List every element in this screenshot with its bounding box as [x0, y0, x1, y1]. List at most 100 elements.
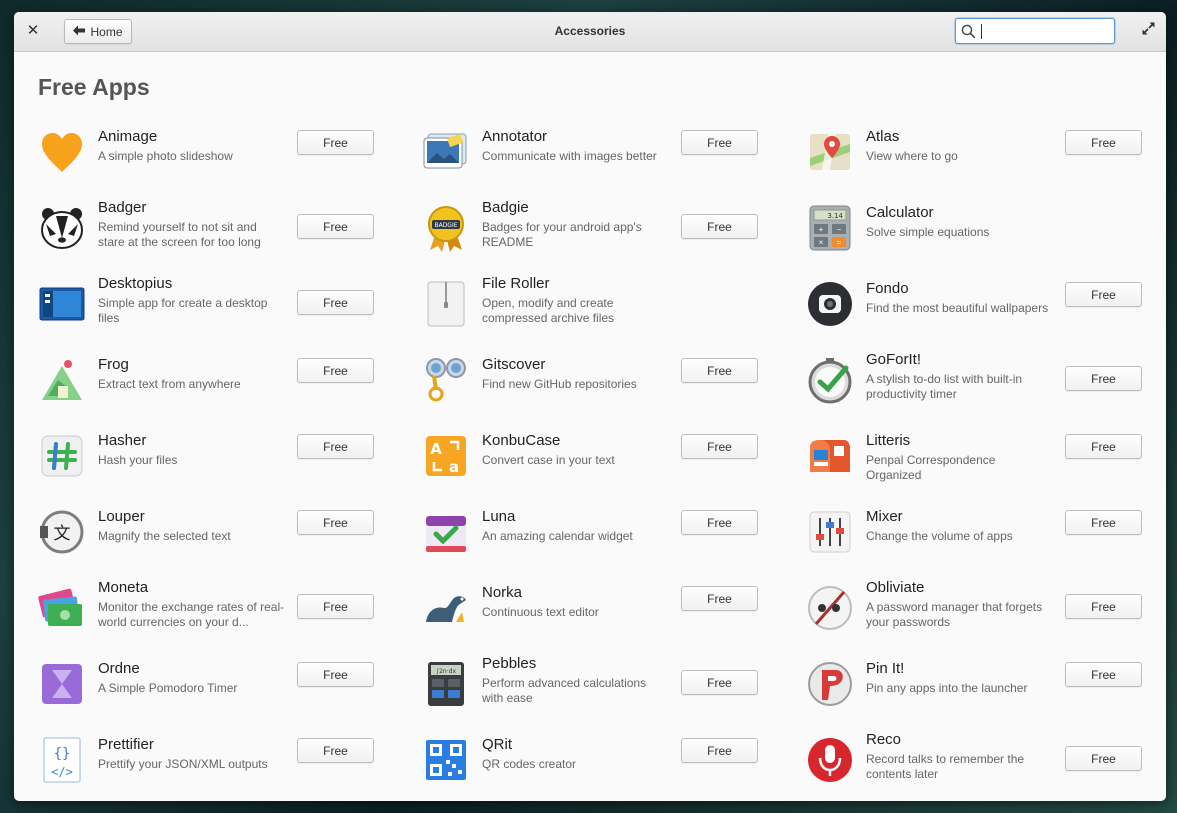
get-free-button[interactable]: Free	[297, 130, 374, 155]
get-free-button[interactable]: Free	[681, 510, 758, 535]
app-description: Change the volume of apps	[866, 529, 1013, 543]
app-list-item[interactable]: Aa KonbuCase Convert case in your text Free	[398, 420, 782, 496]
app-list-item[interactable]: Norka Continuous text editor Free	[398, 572, 782, 648]
get-free-button[interactable]: Free	[1065, 282, 1142, 307]
app-name: Prettifier	[98, 736, 154, 753]
badger-icon	[38, 204, 86, 252]
get-free-button[interactable]: Free	[297, 214, 374, 239]
app-list-item[interactable]: File Roller Open, modify and create compr…	[398, 268, 782, 344]
banknotes-icon	[38, 584, 86, 632]
app-text: Fondo Find the most beautiful wallpapers	[866, 280, 1054, 316]
get-free-button[interactable]: Free	[1065, 662, 1142, 687]
app-text: Luna An amazing calendar widget	[482, 508, 670, 544]
get-free-button[interactable]: Free	[297, 290, 374, 315]
app-list-item[interactable]: 文 Louper Magnify the selected text Free	[14, 496, 398, 572]
app-description: A stylish to-do list with built-in produ…	[866, 372, 1023, 401]
search-entry[interactable]	[955, 18, 1115, 44]
app-name: Louper	[98, 508, 145, 525]
app-name: Calculator	[866, 204, 934, 221]
app-list-item[interactable]: Mixer Change the volume of apps Free	[782, 496, 1166, 572]
app-text: Hasher Hash your files	[98, 432, 286, 468]
app-list-item[interactable]: BADGIE Badgie Badges for your android app'…	[398, 192, 782, 268]
microphone-icon	[806, 736, 854, 784]
search-input[interactable]	[982, 23, 1107, 39]
app-text: File Roller Open, modify and create compr…	[482, 275, 670, 326]
get-free-button[interactable]: Free	[297, 738, 374, 763]
app-name: Fondo	[866, 280, 909, 297]
get-free-button[interactable]: Free	[681, 130, 758, 155]
home-button[interactable]: Home	[64, 19, 132, 44]
app-list-item[interactable]: Ordne A Simple Pomodoro Timer Free	[14, 648, 398, 724]
svg-text:×: ×	[819, 238, 824, 247]
app-text: Mixer Change the volume of apps	[866, 508, 1054, 544]
get-free-button[interactable]: Free	[297, 358, 374, 383]
app-list-item[interactable]: QRit QR codes creator Free	[398, 724, 782, 800]
app-name: GoForIt!	[866, 351, 922, 368]
app-text: QRit QR codes creator	[482, 736, 670, 772]
get-free-button[interactable]: Free	[681, 214, 758, 239]
get-free-button[interactable]: Free	[297, 594, 374, 619]
app-list-item[interactable]: Animage A simple photo slideshow Free	[14, 116, 398, 192]
wand-icon	[806, 584, 854, 632]
app-list-item[interactable]: Hasher Hash your files Free	[14, 420, 398, 496]
app-list-item[interactable]: Moneta Monitor the exchange rates of real…	[14, 572, 398, 648]
app-list-item[interactable]: ∫2n·dx Pebbles Perform advanced calculatio…	[398, 648, 782, 724]
get-free-button[interactable]: Free	[1065, 510, 1142, 535]
app-list-item[interactable]: 3.14 + − × = Calculator Solve simple equations	[782, 192, 1166, 268]
get-free-button[interactable]: Free	[681, 434, 758, 459]
get-free-button[interactable]: Free	[1065, 746, 1142, 771]
app-name: Badger	[98, 199, 147, 216]
app-name: Atlas	[866, 128, 900, 145]
app-row: 文 Louper Magnify the selected text Free Luna…	[14, 496, 1166, 572]
app-list-item[interactable]: Pin It! Pin any apps into the launcher Fre…	[782, 648, 1166, 724]
app-list-item[interactable]: Gitscover Find new GitHub repositories Fre…	[398, 344, 782, 420]
get-free-button[interactable]: Free	[297, 662, 374, 687]
get-free-button[interactable]: Free	[681, 738, 758, 763]
app-name: Hasher	[98, 432, 147, 449]
app-list-item[interactable]: Atlas View where to go Free	[782, 116, 1166, 192]
get-free-button[interactable]: Free	[297, 434, 374, 459]
app-list-item[interactable]: GoForIt! A stylish to-do list with built-…	[782, 344, 1166, 420]
map-pin-icon	[806, 128, 854, 176]
maximize-button[interactable]	[1140, 22, 1156, 39]
section-heading: Free Apps	[38, 74, 150, 100]
app-list-item[interactable]: Desktopius Simple app for create a deskto…	[14, 268, 398, 344]
get-free-button[interactable]: Free	[681, 358, 758, 383]
get-free-button[interactable]: Free	[681, 670, 758, 695]
app-row: Moneta Monitor the exchange rates of real…	[14, 572, 1166, 648]
app-description: A Simple Pomodoro Timer	[98, 681, 238, 695]
frog-icon	[38, 356, 86, 404]
app-list-item[interactable]: Fondo Find the most beautiful wallpapers F…	[782, 268, 1166, 344]
svg-text:+: +	[819, 225, 824, 234]
svg-text:−: −	[837, 225, 842, 234]
app-description: Badges for your android app's README	[482, 220, 642, 249]
svg-text:BADGIE: BADGIE	[434, 222, 457, 229]
app-name: Annotator	[482, 128, 548, 145]
case-convert-icon: Aa	[422, 432, 470, 480]
app-list-item[interactable]: Annotator Communicate with images better F…	[398, 116, 782, 192]
close-button[interactable]: ✕	[23, 21, 43, 41]
get-free-button[interactable]: Free	[297, 510, 374, 535]
svg-text:=: =	[837, 238, 842, 247]
app-description: Remind yourself to not sit and stare at …	[98, 220, 261, 249]
get-free-button[interactable]: Free	[1065, 434, 1142, 459]
app-list-item[interactable]: {} </> Prettifier Prettify your JSON/XML ou…	[14, 724, 398, 800]
app-list-item[interactable]: Frog Extract text from anywhere Free	[14, 344, 398, 420]
get-free-button[interactable]: Free	[681, 586, 758, 611]
app-list-item[interactable]: Luna An amazing calendar widget Free	[398, 496, 782, 572]
qr-code-icon	[422, 736, 470, 784]
app-name: Frog	[98, 356, 129, 373]
app-list-item[interactable]: Litteris Penpal Correspondence Organized F…	[782, 420, 1166, 496]
app-list-item[interactable]: Obliviate A password manager that forgets…	[782, 572, 1166, 648]
app-name: Desktopius	[98, 275, 173, 292]
get-free-button[interactable]: Free	[1065, 594, 1142, 619]
app-row: Hasher Hash your files Free Aa KonbuCase Conv…	[14, 420, 1166, 496]
get-free-button[interactable]: Free	[1065, 366, 1142, 391]
get-free-button[interactable]: Free	[1065, 130, 1142, 155]
app-text: Litteris Penpal Correspondence Organized	[866, 432, 1054, 483]
app-list-item[interactable]: Badger Remind yourself to not sit and sta…	[14, 192, 398, 268]
app-description: Open, modify and create compressed archi…	[482, 296, 615, 325]
svg-text:3.14: 3.14	[827, 212, 843, 220]
app-list-item[interactable]: Reco Record talks to remember the content…	[782, 724, 1166, 800]
otter-icon	[422, 584, 470, 632]
